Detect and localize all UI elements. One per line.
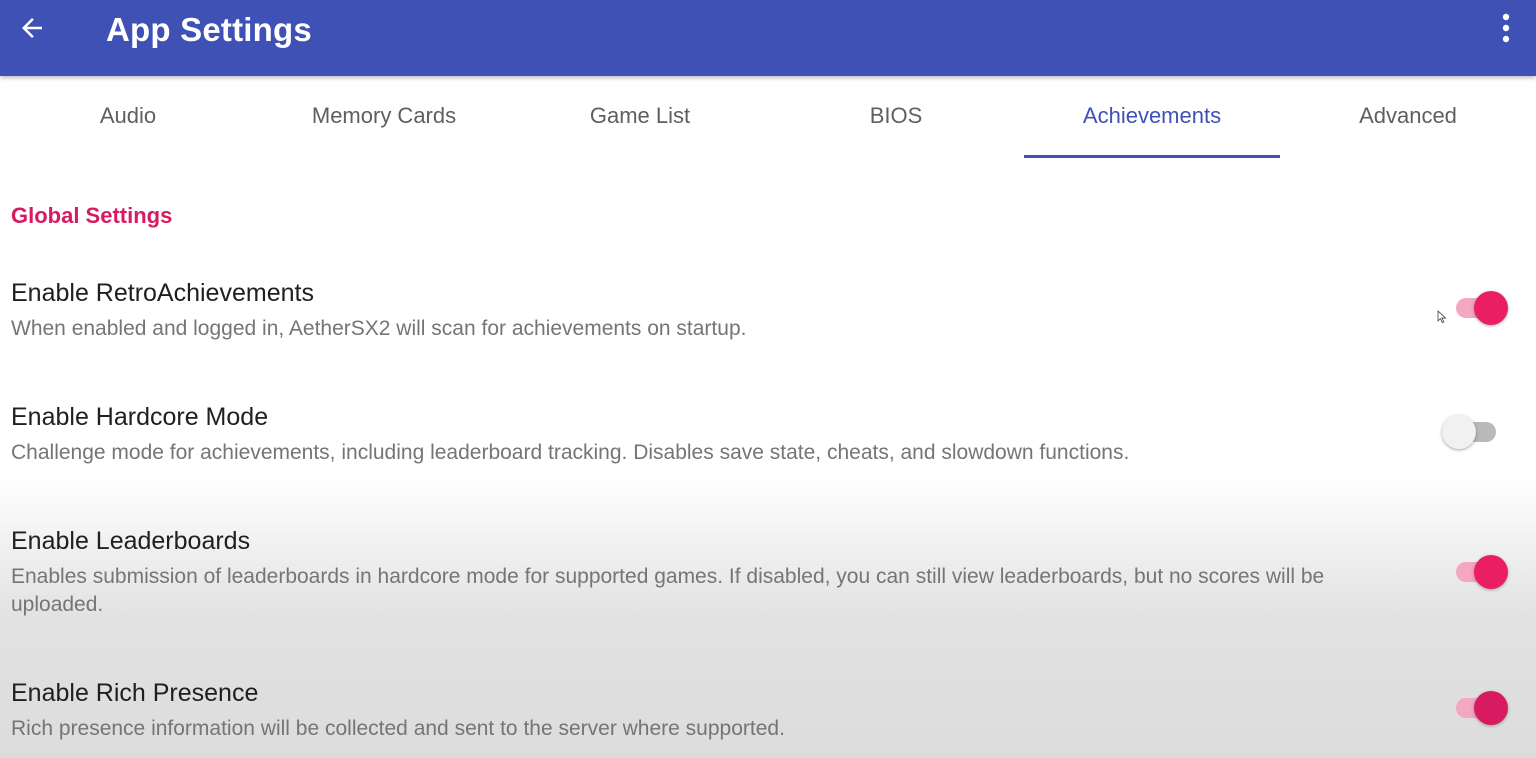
pref-summary: Enables submission of leaderboards in ha… bbox=[11, 565, 1325, 616]
tab-label: Audio bbox=[99, 103, 157, 128]
rich-presence-switch[interactable] bbox=[1452, 689, 1510, 725]
tab-memory-cards[interactable]: Memory Cards bbox=[256, 76, 512, 158]
tab-game-list[interactable]: Game List bbox=[512, 76, 768, 158]
back-button[interactable] bbox=[6, 6, 58, 50]
tab-achievements[interactable]: Achievements bbox=[1024, 76, 1280, 158]
pref-title: Enable RetroAchievements bbox=[11, 279, 314, 307]
switch-thumb bbox=[1474, 555, 1508, 589]
page-title: App Settings bbox=[106, 11, 312, 48]
switch-thumb bbox=[1442, 415, 1476, 449]
switch-thumb bbox=[1474, 291, 1508, 325]
settings-list: Global Settings Enable RetroAchievements… bbox=[0, 158, 1536, 758]
retroachievements-switch[interactable] bbox=[1452, 289, 1510, 325]
tab-label: BIOS bbox=[869, 103, 923, 128]
app-bar: App Settings bbox=[0, 0, 1536, 76]
pref-summary: Rich presence information will be collec… bbox=[11, 717, 785, 740]
section-header: Global Settings bbox=[11, 203, 173, 228]
pref-title: Enable Hardcore Mode bbox=[11, 403, 269, 431]
tab-label: Memory Cards bbox=[311, 103, 457, 128]
switch-thumb bbox=[1474, 691, 1508, 725]
tab-label: Achievements bbox=[1082, 103, 1222, 128]
tab-label: Game List bbox=[589, 103, 691, 128]
pref-enable-leaderboards[interactable]: Enable Leaderboards Enables submission o… bbox=[0, 526, 1536, 636]
more-vert-icon bbox=[1502, 13, 1510, 43]
tab-bar: Audio Memory Cards Game List BIOS Achiev… bbox=[0, 76, 1536, 158]
pref-summary: When enabled and logged in, AetherSX2 wi… bbox=[11, 317, 747, 340]
pref-title: Enable Leaderboards bbox=[11, 527, 251, 555]
tab-label: Advanced bbox=[1359, 103, 1457, 128]
app-settings-screen: App Settings Audio Memory Cards Game Lis… bbox=[0, 0, 1536, 758]
tab-bios[interactable]: BIOS bbox=[768, 76, 1024, 158]
mouse-cursor-icon bbox=[1437, 310, 1447, 324]
pref-enable-rich-presence[interactable]: Enable Rich Presence Rich presence infor… bbox=[0, 678, 1536, 758]
tab-audio[interactable]: Audio bbox=[0, 76, 256, 158]
pref-enable-retroachievements[interactable]: Enable RetroAchievements When enabled an… bbox=[0, 278, 1536, 368]
pref-enable-hardcore-mode[interactable]: Enable Hardcore Mode Challenge mode for … bbox=[0, 402, 1536, 492]
leaderboards-switch[interactable] bbox=[1452, 553, 1510, 589]
pref-summary: Challenge mode for achievements, includi… bbox=[11, 441, 1130, 464]
tab-advanced[interactable]: Advanced bbox=[1280, 76, 1536, 158]
overflow-menu-button[interactable] bbox=[1486, 6, 1526, 50]
pref-title: Enable Rich Presence bbox=[11, 679, 259, 707]
hardcore-mode-switch[interactable] bbox=[1442, 413, 1502, 449]
arrow-left-icon bbox=[22, 18, 42, 38]
